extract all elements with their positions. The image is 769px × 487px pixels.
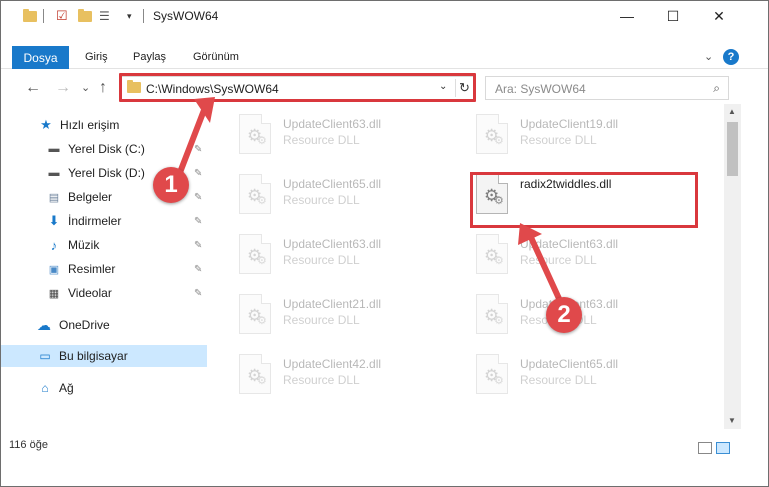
callout-step-2: 2 — [546, 297, 582, 333]
explorer-window: ☑ ☰ ▾ SysWOW64 — ☐ ✕ Dosya Giriş Paylaş … — [0, 0, 769, 487]
arrow-to-file — [526, 230, 564, 306]
arrow-to-address-bar — [176, 102, 209, 178]
arrow-head — [194, 97, 215, 123]
callout-step-1: 1 — [153, 167, 189, 203]
callout-arrows — [176, 97, 564, 306]
